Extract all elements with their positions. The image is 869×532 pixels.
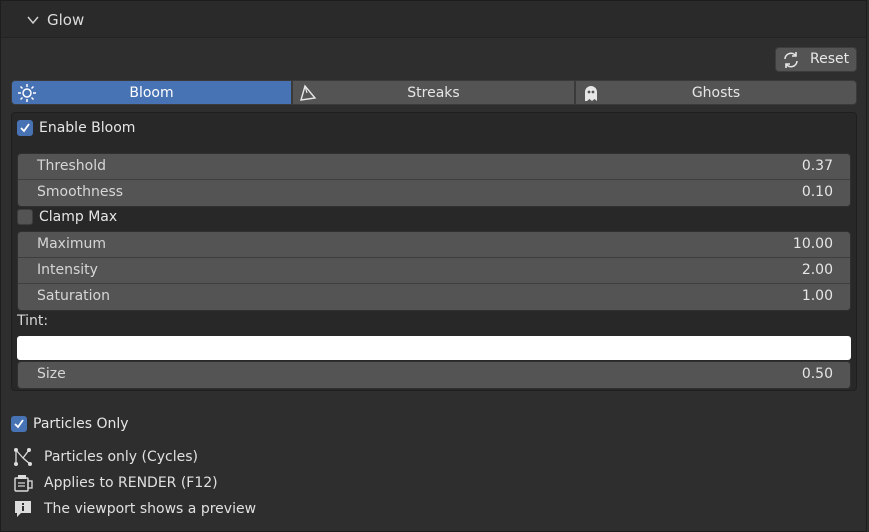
size-value: 0.50 [801,366,833,382]
maximum-field[interactable]: Maximum 10.00 [18,232,850,258]
info-applies-render: Applies to RENDER (F12) [12,472,218,494]
smoothness-label: Smoothness [37,184,124,200]
streaks-icon [300,84,317,101]
info-render-text: Applies to RENDER (F12) [44,475,218,491]
clamp-max-checkbox[interactable]: Clamp Max [17,209,117,225]
checkbox-checked[interactable] [17,120,33,136]
enable-bloom-label: Enable Bloom [39,120,136,136]
info-particles-text: Particles only (Cycles) [44,449,199,465]
smoothness-field[interactable]: Smoothness 0.10 [18,180,850,206]
intensity-label: Intensity [37,262,98,278]
tab-ghosts[interactable]: Ghosts [575,80,857,105]
tab-streaks[interactable]: Streaks [292,80,575,105]
checkbox-checked[interactable] [11,416,27,432]
panel-header[interactable]: Glow [1,1,866,38]
tint-label: Tint: [17,313,49,329]
saturation-value: 1.00 [801,288,833,304]
size-group: Size 0.50 [17,361,851,389]
saturation-field[interactable]: Saturation 1.00 [18,284,850,310]
info-particles-cycles: Particles only (Cycles) [12,446,198,468]
intensity-value: 2.00 [801,262,833,278]
enable-bloom-checkbox[interactable]: Enable Bloom [17,120,135,136]
threshold-label: Threshold [37,158,106,174]
glow-type-tabs: Bloom Streaks Ghosts [11,80,857,105]
clamp-group: Maximum 10.00 Intensity 2.00 Saturation … [17,231,851,311]
size-label: Size [37,366,66,382]
smoothness-value: 0.10 [801,184,833,200]
ghost-icon [585,86,597,101]
size-field[interactable]: Size 0.50 [18,362,850,388]
chevron-down-icon [27,16,39,25]
reset-label: Reset [810,51,850,67]
info-viewport-preview: The viewport shows a preview [12,498,256,520]
tint-color-swatch[interactable] [17,336,851,360]
info-icon [15,501,31,517]
refresh-icon [784,52,798,68]
checkbox-unchecked[interactable] [17,209,33,225]
threshold-value: 0.37 [801,158,833,174]
saturation-label: Saturation [37,288,110,304]
threshold-field[interactable]: Threshold 0.37 [18,154,850,180]
maximum-value: 10.00 [792,236,833,252]
tab-bloom-label: Bloom [129,84,174,101]
reset-button[interactable]: Reset [775,47,857,72]
sun-icon [18,84,36,102]
tab-streaks-label: Streaks [407,84,460,101]
clamp-max-label: Clamp Max [39,209,118,225]
info-viewport-text: The viewport shows a preview [44,501,257,517]
particles-only-label: Particles Only [33,416,129,432]
maximum-label: Maximum [37,236,106,252]
panel-title: Glow [47,11,85,29]
checkmark-icon [20,123,30,133]
intensity-field[interactable]: Intensity 2.00 [18,258,850,284]
tab-bloom[interactable]: Bloom [11,80,292,105]
particles-icon [14,448,32,466]
particles-only-checkbox[interactable]: Particles Only [11,416,129,432]
render-icon [14,475,33,492]
tab-ghosts-label: Ghosts [691,84,741,101]
threshold-group: Threshold 0.37 Smoothness 0.10 [17,153,851,207]
checkmark-icon [14,419,24,429]
